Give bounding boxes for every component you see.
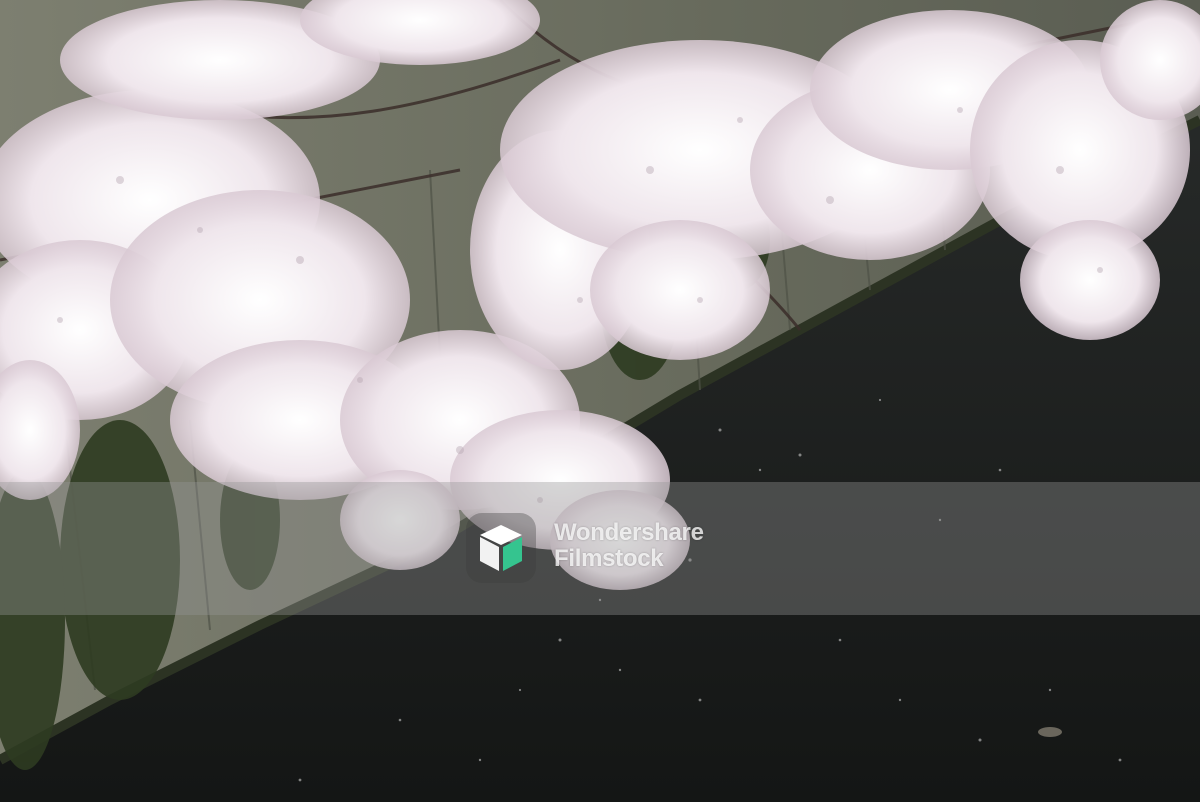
watermark-line2: Filmstock	[554, 545, 664, 572]
photo-scene	[0, 0, 1200, 802]
watermark-line1: Wondershare	[554, 519, 704, 546]
watermark-brand-text: Wondershare Filmstock	[554, 520, 794, 572]
wondershare-filmstock-cube-icon	[466, 513, 536, 583]
duck	[1038, 727, 1062, 737]
